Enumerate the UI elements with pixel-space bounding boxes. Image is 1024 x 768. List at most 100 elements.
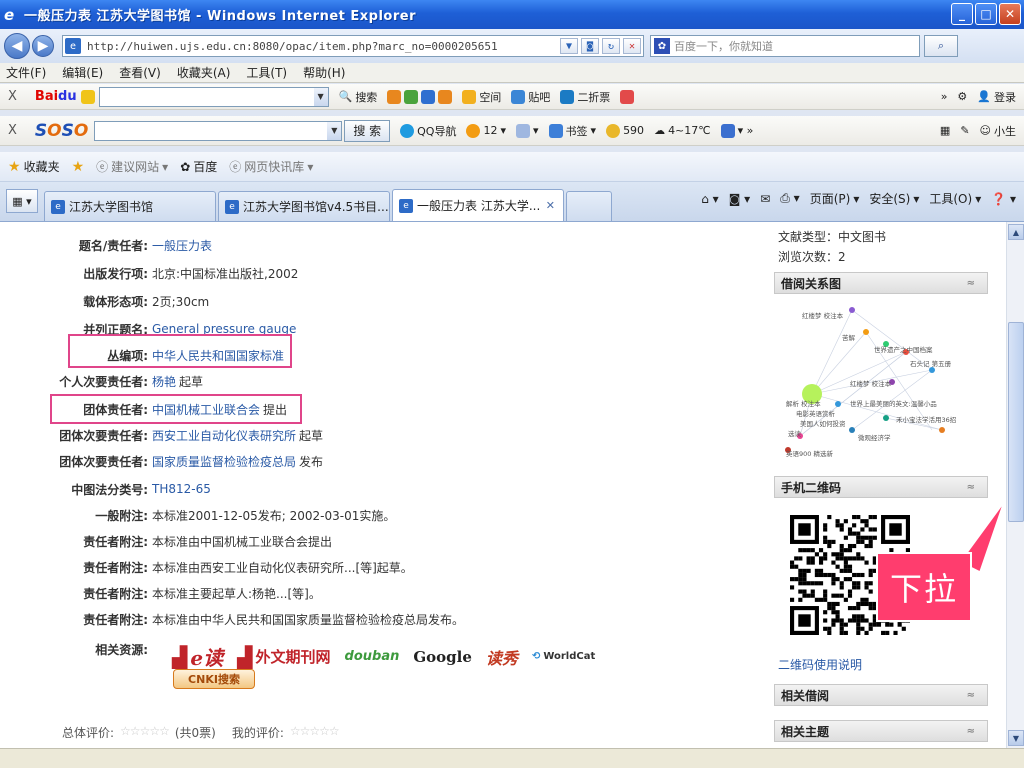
soso-search-button[interactable]: 搜 索 [344, 119, 391, 142]
record-row: 一般附注: 本标准2001-12-05发布; 2002-03-01实施。 [0, 504, 395, 526]
tab-pressure-gauge[interactable]: e 一般压力表 江苏大学... ✕ [392, 189, 564, 221]
borrow-relation-graph[interactable]: 红楼梦 校注本 苦解 世界遗产之中国档案 石头记 第五册 红楼梦 校注本 解析 … [782, 290, 982, 460]
toolbar-item-notice[interactable]: 12 ▾ [466, 123, 506, 138]
person-link[interactable]: 杨艳 [152, 373, 176, 390]
baidu-extension-icon[interactable] [80, 89, 95, 104]
quick-tabs-button[interactable]: ▦ ▾ [6, 189, 38, 213]
minimize-button[interactable]: _ [951, 3, 973, 25]
cnki-search-button[interactable]: CNKI搜索 [173, 669, 255, 689]
baidu-search-button[interactable]: 🔍 搜索 [339, 89, 378, 105]
collapse-icon[interactable]: ≈ [967, 726, 975, 737]
vertical-scrollbar[interactable]: ▲ ▼ [1006, 222, 1024, 748]
toolbar-item-mail[interactable]: ▾ [516, 123, 539, 138]
related-topic-header[interactable]: 相关主题 ≈ [774, 720, 988, 742]
home-icon[interactable]: ⌂ ▾ [701, 192, 718, 206]
google-link[interactable]: Google [413, 648, 472, 666]
rss-icon[interactable]: ◙ [581, 38, 599, 54]
baidu-search-input[interactable]: ▼ [98, 86, 329, 107]
collapse-icon[interactable]: ≈ [967, 278, 975, 289]
qq-nav-icon [400, 123, 415, 138]
refresh-icon[interactable]: ↻ [602, 38, 620, 54]
duxiu-link[interactable]: 读秀 [486, 645, 518, 669]
help-icon[interactable]: ❓ ▾ [991, 192, 1016, 206]
calis-journal-link[interactable]: ▟ 外文期刊网 [237, 645, 330, 669]
new-tab-button[interactable] [566, 191, 612, 221]
toolbar-item-qq-nav[interactable]: QQ导航 [400, 123, 456, 139]
fav-baidu[interactable]: ✿ 百度 [180, 158, 217, 175]
toolbar-item-bookmark[interactable]: 书签 ▾ [548, 123, 596, 139]
compatibility-icon[interactable]: ▼ [560, 38, 578, 54]
collapse-icon[interactable]: ≈ [967, 690, 975, 701]
mail-icon[interactable]: ✉ [760, 192, 770, 206]
search-go-button[interactable]: ⌕ [924, 35, 958, 57]
related-borrow-header[interactable]: 相关借阅 ≈ [774, 684, 988, 706]
print-icon[interactable]: ⎙ ▾ [780, 191, 799, 206]
menu-view[interactable]: 查看(V) [119, 64, 161, 81]
menu-tools[interactable]: 工具(T) [246, 64, 287, 81]
baidu-apps-icon[interactable] [387, 89, 453, 104]
forward-button[interactable]: ▶ [32, 35, 54, 57]
worldcat-link[interactable]: ⟲ WorldCat [532, 651, 595, 662]
toolbar-item-weather[interactable]: ☁ 4~17℃ [654, 124, 711, 137]
grid-icon[interactable]: ▦ [940, 124, 950, 137]
back-button[interactable]: ◀ [4, 33, 30, 59]
toolbar-item-space[interactable]: 空间 [462, 89, 501, 105]
chevron-down-icon[interactable]: ▼ [313, 87, 328, 106]
collapse-icon[interactable]: ≈ [967, 482, 975, 493]
soso-user-button[interactable]: ☺ 小生 [980, 123, 1016, 139]
page-menu[interactable]: 页面(P) ▾ [810, 190, 860, 207]
maximize-button[interactable]: □ [975, 3, 997, 25]
classification-link[interactable]: TH812-65 [152, 482, 211, 496]
feeds-icon[interactable]: ◙ ▾ [729, 192, 750, 206]
more-chevron-icon[interactable]: » [941, 90, 948, 103]
tab-opac-catalog[interactable]: e 江苏大学图书馆v4.5书目... [218, 191, 390, 221]
graph-node-label: 苦解 [842, 333, 856, 342]
add-favorite-icon[interactable]: ★ [72, 159, 85, 175]
calis-ebook-link[interactable]: ▟ e读 [172, 642, 223, 671]
soso-search-input[interactable]: ▼ [94, 120, 343, 141]
douban-link[interactable]: douban [345, 649, 400, 664]
total-rating-label: 总体评价: [62, 726, 115, 740]
menu-help[interactable]: 帮助(H) [303, 64, 345, 81]
menu-file[interactable]: 文件(F) [6, 64, 46, 81]
menu-favorites[interactable]: 收藏夹(A) [177, 64, 231, 81]
url-field[interactable]: e http://huiwen.ujs.edu.cn:8080/opac/ite… [62, 35, 644, 57]
fav-web-slice[interactable]: ⓔ 网页快讯库 ▾ [229, 158, 313, 175]
scroll-up-arrow[interactable]: ▲ [1008, 224, 1024, 240]
fav-suggested-sites[interactable]: ⓔ 建议网站 ▾ [96, 158, 168, 175]
qr-code-header[interactable]: 手机二维码 ≈ [774, 476, 988, 498]
tab-jsu-library[interactable]: e 江苏大学图书馆 [44, 191, 216, 221]
corporate-link[interactable]: 西安工业自动化仪表研究所 [152, 427, 296, 444]
toolbar-item-tieba[interactable]: 贴吧 [511, 89, 550, 105]
record-row: 载体形态项: 2页;30cm [0, 290, 209, 312]
menu-edit[interactable]: 编辑(E) [62, 64, 103, 81]
chevron-down-icon[interactable]: ▼ [327, 121, 342, 140]
corporate-link[interactable]: 国家质量监督检验检疫总局 [152, 453, 296, 470]
close-window-button[interactable]: ✕ [999, 3, 1021, 25]
favorites-bar: ★ 收藏夹 ★ ⓔ 建议网站 ▾ ✿ 百度 ⓔ 网页快讯库 ▾ [0, 152, 1024, 182]
tools-menu[interactable]: 工具(O) ▾ [929, 190, 981, 207]
toolbar-item-tickets[interactable]: 二折票 [560, 89, 610, 105]
stop-icon[interactable]: ✕ [623, 38, 641, 54]
toolbar-item-extra[interactable]: ▾ » [720, 123, 753, 138]
close-soso-toolbar-button[interactable]: X [8, 123, 17, 138]
close-toolbar-button[interactable]: X [8, 89, 17, 104]
safety-menu[interactable]: 安全(S) ▾ [869, 190, 919, 207]
my-rating-stars[interactable]: ☆☆☆☆☆ [290, 724, 340, 741]
record-row: 相关资源: [0, 638, 152, 660]
scroll-down-arrow[interactable]: ▼ [1008, 730, 1024, 746]
browser-search-input[interactable]: ✿ 百度一下，你就知道 [650, 35, 920, 57]
clip-icon[interactable]: ✎ [960, 124, 969, 137]
address-bar: ◀ ▶ e http://huiwen.ujs.edu.cn:8080/opac… [0, 29, 1024, 63]
graph-node-label: 美国人如何投资 [800, 419, 846, 428]
record-row: 责任者附注: 本标准由中华人民共和国国家质量监督检验检疫总局发布。 [0, 608, 464, 630]
title-link[interactable]: 一般压力表 [152, 237, 212, 254]
close-tab-icon[interactable]: ✕ [546, 199, 555, 212]
settings-gear-icon[interactable]: ⚙ [957, 90, 967, 103]
favorites-button[interactable]: ★ 收藏夹 [8, 158, 60, 175]
qr-usage-link[interactable]: 二维码使用说明 [778, 656, 862, 673]
scroll-thumb[interactable] [1008, 322, 1024, 522]
toolbar-item-coins[interactable]: 590 [606, 123, 644, 138]
toolbar-item-tool[interactable] [620, 89, 635, 104]
baidu-login-button[interactable]: 👤 登录 [977, 89, 1016, 105]
